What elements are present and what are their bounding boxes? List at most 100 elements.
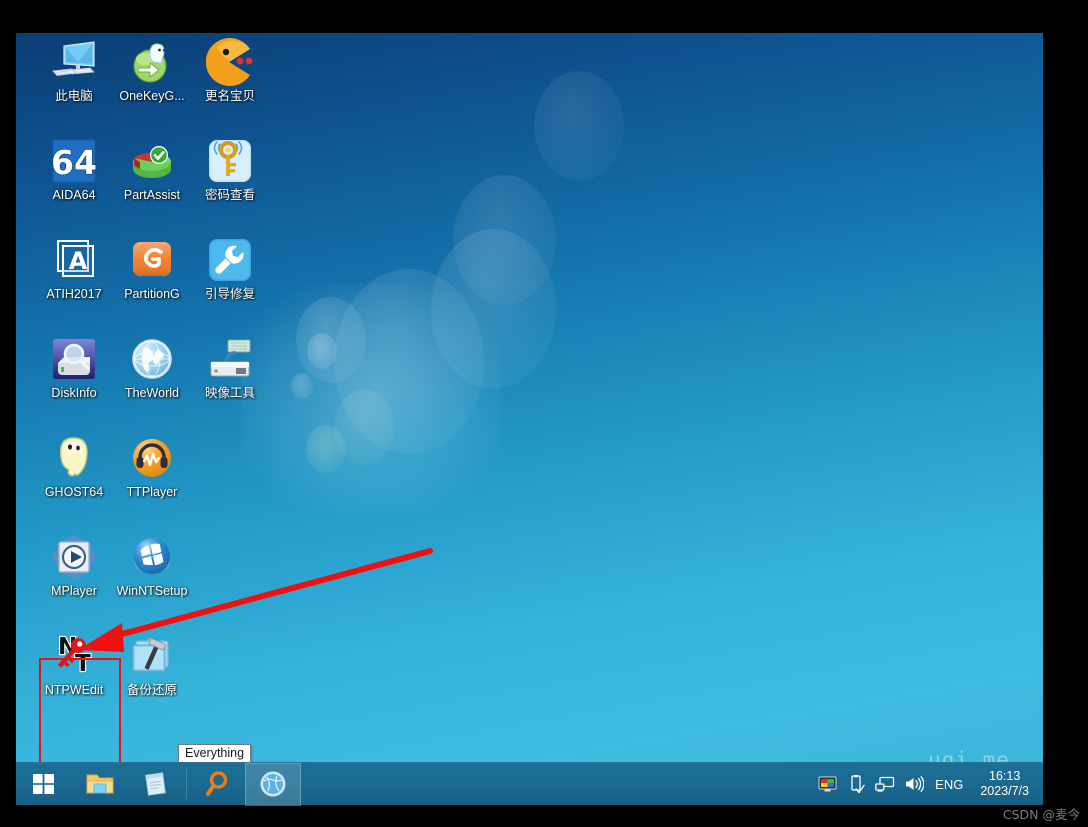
- svg-text:A: A: [69, 247, 88, 275]
- svg-text:64: 64: [51, 143, 97, 182]
- desktop-icon[interactable]: WinNTSetup: [113, 533, 191, 598]
- ntpwedit-key-icon: N T: [57, 633, 92, 678]
- aida64-64-icon: 64: [50, 139, 98, 183]
- ghost-icon: [50, 434, 98, 482]
- desktop-icon[interactable]: PartAssist: [113, 137, 191, 202]
- computer-monitor-icon: [52, 41, 95, 76]
- headphones-player-icon: [133, 439, 171, 477]
- onekey-ghost-icon: [133, 43, 167, 83]
- desktop-icon[interactable]: A ATIH2017: [35, 236, 113, 301]
- desktop-icon-label: 备份还原: [126, 683, 177, 697]
- everything-tooltip: Everything: [178, 744, 252, 764]
- wallpaper-glow: [241, 283, 501, 513]
- pacman-rename-icon: [205, 38, 254, 86]
- desktop-icon[interactable]: 备份还原: [113, 632, 191, 697]
- globe-browser-icon: [132, 339, 172, 379]
- desktop-icon-label: ATIH2017: [46, 287, 102, 301]
- display-color-icon[interactable]: [817, 774, 837, 794]
- ntpwedit-key-icon: N T: [50, 632, 98, 680]
- wallpaper-bokeh-circle: [334, 389, 394, 465]
- headphones-player-icon: [128, 434, 176, 482]
- desktop-icon[interactable]: OneKeyG...: [113, 38, 191, 103]
- computer-monitor-icon: [50, 38, 98, 86]
- desktop-icon[interactable]: TheWorld: [113, 335, 191, 400]
- key-password-icon: [209, 140, 251, 182]
- desktop-icon-label: PartitionG: [124, 287, 180, 301]
- wrench-repair-icon: [206, 236, 254, 284]
- aida64-64-icon: 64: [50, 137, 98, 185]
- desktop-icon-label: WinNTSetup: [116, 584, 188, 598]
- desktop[interactable]: 此电脑 OneKeyG... 更名宝贝 64 AIDA64 PartAssist…: [16, 33, 1043, 805]
- desktop-icon[interactable]: DiskInfo: [35, 335, 113, 400]
- everything-button[interactable]: [189, 763, 245, 806]
- desktop-icon-label: TTPlayer: [126, 485, 178, 499]
- svg-text:T: T: [75, 651, 91, 677]
- clock-time: 16:13: [989, 769, 1021, 783]
- browser-button[interactable]: [245, 762, 301, 806]
- desktop-icon[interactable]: 密码查看: [191, 137, 269, 202]
- globe-icon: [260, 771, 286, 797]
- desktop-icon-label: 更名宝贝: [204, 89, 255, 103]
- desktop-icon[interactable]: 64 AIDA64: [35, 137, 113, 202]
- image-drive-icon: [210, 339, 251, 377]
- desktop-icon[interactable]: PartitionG: [113, 236, 191, 301]
- desktop-icon[interactable]: 映像工具: [191, 335, 269, 400]
- desktop-icon-label: 映像工具: [204, 386, 255, 400]
- desktop-icon-label: AIDA64: [52, 188, 96, 202]
- taskbar[interactable]: ENG 16:13 2023/7/3: [16, 762, 1043, 806]
- file-explorer-button[interactable]: [72, 763, 128, 806]
- hammer-backup-icon: [128, 632, 176, 680]
- wallpaper-bokeh-circle: [296, 297, 366, 383]
- notepad-icon: [145, 772, 166, 796]
- wrench-repair-icon: [209, 239, 251, 281]
- partition-guru-g-icon: [128, 236, 176, 284]
- csdn-watermark: CSDN @麦今: [1002, 807, 1080, 822]
- start-button[interactable]: [16, 763, 72, 806]
- taskbar-spacer: [301, 763, 817, 805]
- wallpaper-bokeh-circle: [534, 71, 624, 181]
- volume-icon[interactable]: [904, 774, 925, 794]
- desktop-icon[interactable]: 引导修复: [191, 236, 269, 301]
- language-indicator[interactable]: ENG: [933, 777, 965, 792]
- desktop-icon-label: 引导修复: [204, 287, 255, 301]
- desktop-icon-label: OneKeyG...: [119, 89, 185, 103]
- screenshot-root: 此电脑 OneKeyG... 更名宝贝 64 AIDA64 PartAssist…: [0, 0, 1088, 827]
- desktop-icon[interactable]: GHOST64: [35, 434, 113, 499]
- magnifier-icon: [206, 771, 228, 796]
- wallpaper-bokeh-circle: [453, 175, 556, 305]
- usb-eject-icon[interactable]: [846, 774, 866, 794]
- taskbar-buttons: [16, 762, 301, 806]
- desktop-icon-label: DiskInfo: [51, 386, 97, 400]
- wallpaper-bokeh-circle: [306, 425, 346, 473]
- clock[interactable]: 16:13 2023/7/3: [974, 769, 1033, 799]
- desktop-icon[interactable]: 此电脑: [35, 38, 113, 103]
- media-play-icon: [52, 535, 96, 579]
- desktop-icon-label: TheWorld: [125, 386, 179, 400]
- hammer-backup-icon: [132, 637, 169, 672]
- wallpaper-bokeh-circle: [334, 269, 484, 454]
- desktop-icon-label: MPlayer: [51, 584, 97, 598]
- wallpaper-bokeh-circle: [307, 333, 337, 369]
- acronis-a-icon: A: [57, 240, 94, 277]
- taskbar-separator: [186, 769, 187, 799]
- acronis-a-icon: A: [50, 236, 98, 284]
- onekey-ghost-icon: [128, 38, 176, 86]
- disk-magnifier-icon: [50, 335, 98, 383]
- network-icon[interactable]: [875, 774, 895, 794]
- clock-date: 2023/7/3: [980, 784, 1029, 798]
- desktop-icon[interactable]: TTPlayer: [113, 434, 191, 499]
- wallpaper-bokeh-circle: [291, 373, 313, 399]
- desktop-icon[interactable]: N T NTPWEdit: [35, 632, 113, 697]
- key-password-icon: [206, 137, 254, 185]
- wallpaper-bokeh-circle: [431, 229, 556, 389]
- disk-magnifier-icon: [53, 339, 95, 379]
- windows-orb-icon: [134, 538, 170, 574]
- partition-pie-icon: [128, 137, 176, 185]
- desktop-icon[interactable]: MPlayer: [35, 533, 113, 598]
- image-drive-icon: [206, 335, 254, 383]
- desktop-icon-label: NTPWEdit: [44, 683, 104, 697]
- desktop-icon-label: PartAssist: [123, 188, 181, 202]
- desktop-icon[interactable]: 更名宝贝: [191, 38, 269, 103]
- notepad-button[interactable]: [128, 763, 184, 806]
- partition-pie-icon: [133, 146, 171, 178]
